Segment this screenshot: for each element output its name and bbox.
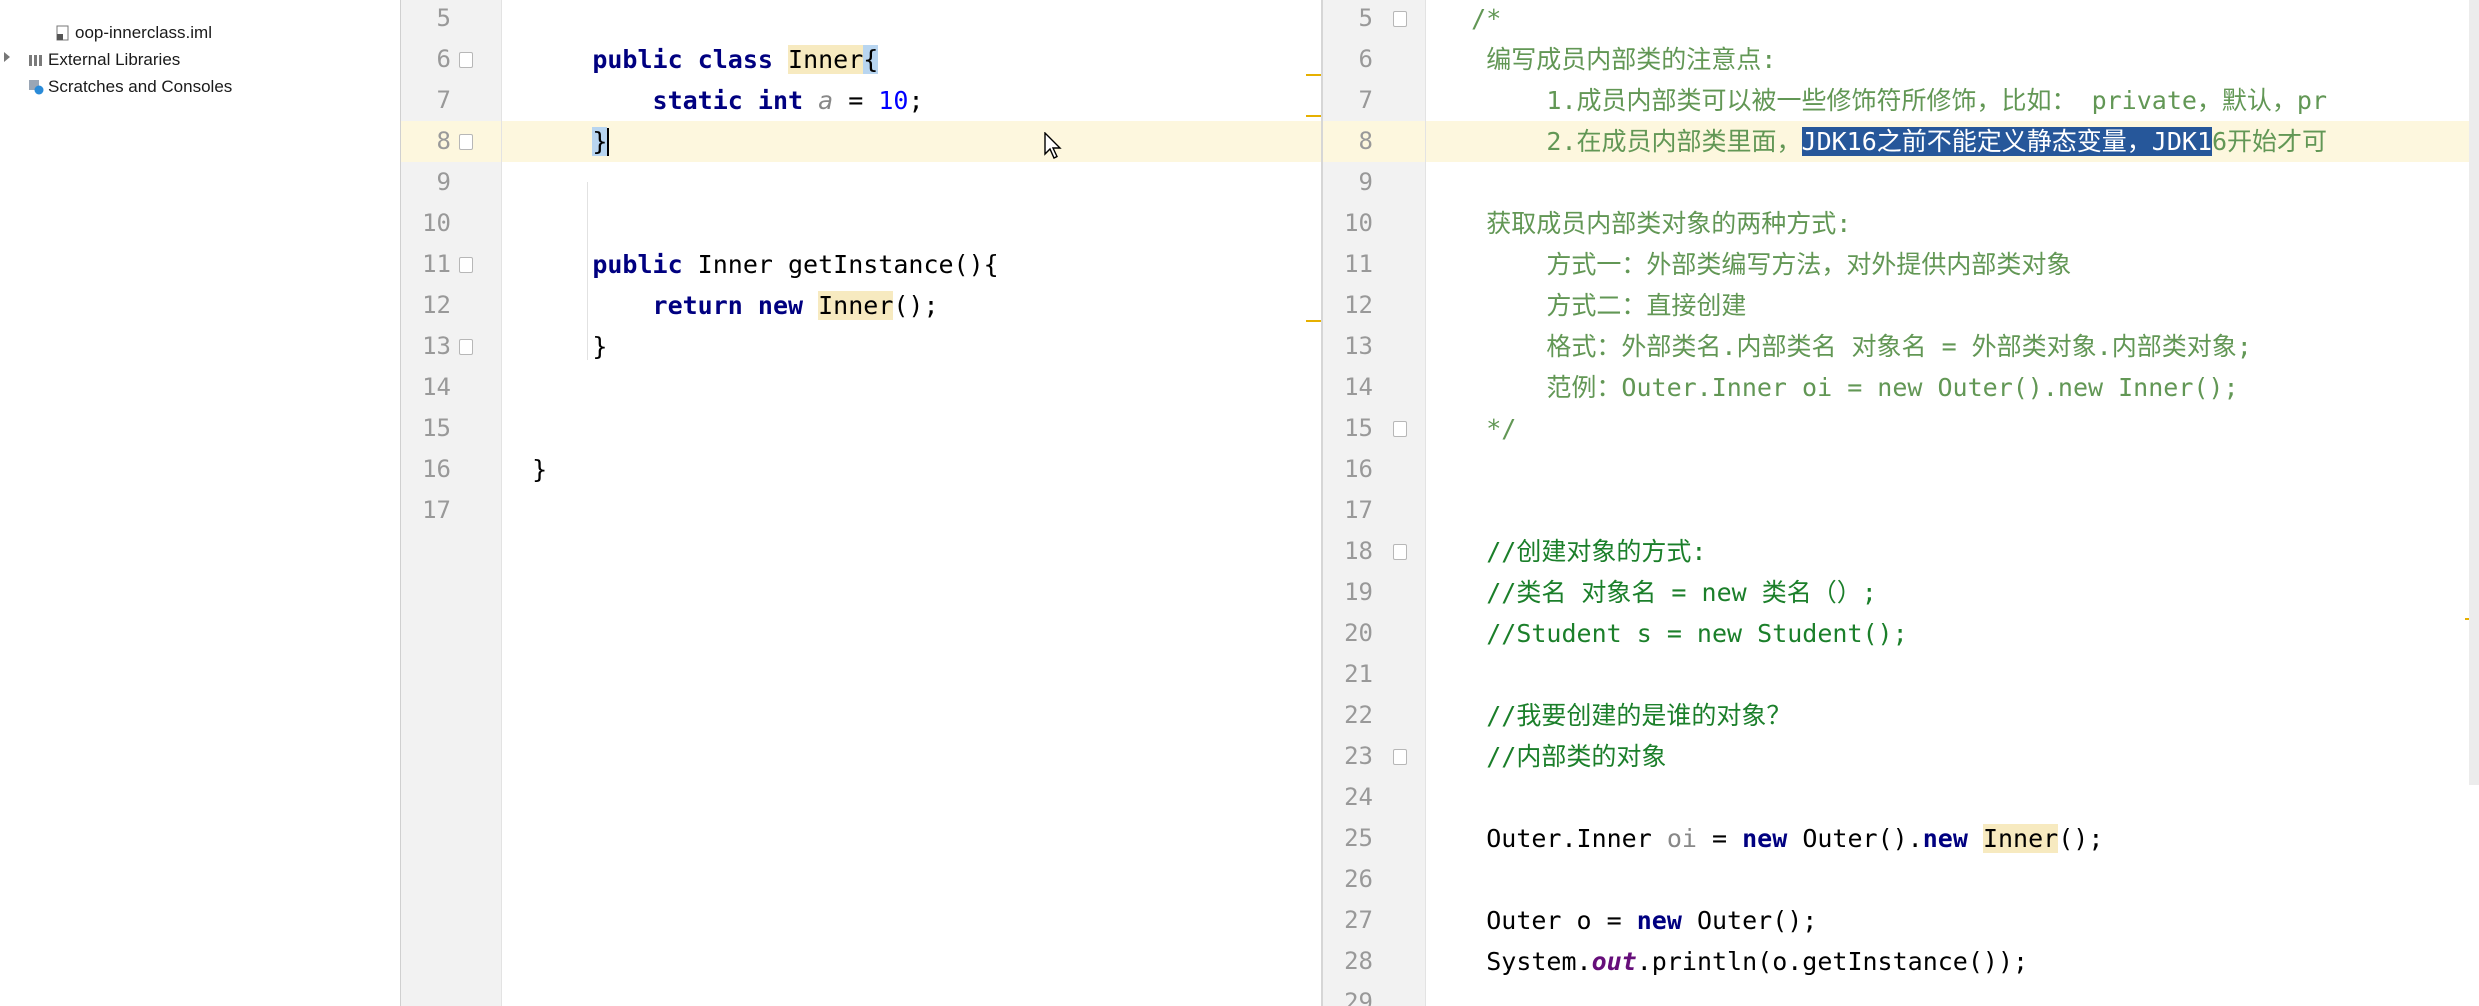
tree-item-external-libraries[interactable]: External Libraries xyxy=(0,47,180,73)
warning-marker[interactable] xyxy=(1306,74,1321,76)
line-number[interactable]: 6 xyxy=(401,39,451,80)
line-number[interactable]: 7 xyxy=(1323,80,1373,121)
line-number[interactable]: 8 xyxy=(1323,121,1373,162)
line-number[interactable]: 22 xyxy=(1323,695,1373,736)
code-line-14: 范例：Outer.Inner oi = new Outer().new Inne… xyxy=(1546,373,2239,402)
line-number[interactable]: 6 xyxy=(1323,39,1373,80)
tree-item-iml[interactable]: oop-innerclass.iml xyxy=(55,20,212,46)
right-gutter[interactable]: 5 6 7 8 9 10 11 12 13 14 15 16 17 18 19 20 21 22 23 24 25 26 2… xyxy=(1323,0,1426,1006)
code-line-16: } xyxy=(532,455,548,484)
scratches-icon xyxy=(28,77,44,95)
warning-marker[interactable] xyxy=(1306,320,1321,322)
fold-marker-icon[interactable] xyxy=(459,52,473,68)
code-line-6: 编写成员内部类的注意点: xyxy=(1486,45,1777,74)
code-line-12: 方式二：直接创建 xyxy=(1546,291,1747,320)
fold-marker-icon[interactable] xyxy=(459,339,473,355)
right-code-area[interactable]: /* 编写成员内部类的注意点: 1.成员内部类可以被一些修饰符所修饰，比如： p… xyxy=(1426,0,2479,1006)
line-number[interactable]: 29 xyxy=(1323,982,1373,1006)
code-line-11: 方式一：外部类编写方法，对外提供内部类对象 xyxy=(1546,250,2072,279)
line-number[interactable]: 10 xyxy=(1323,203,1373,244)
code-line-5: /* xyxy=(1471,4,1502,33)
line-number[interactable]: 13 xyxy=(1323,326,1373,367)
tree-item-label: Scratches and Consoles xyxy=(48,77,233,96)
code-line-15: */ xyxy=(1486,414,1517,443)
warning-marker[interactable] xyxy=(1306,115,1321,117)
left-gutter[interactable]: 5 6 7 8 9 10 11 12 13 14 15 16 17 xyxy=(401,0,502,1006)
line-number[interactable]: 25 xyxy=(1323,818,1373,859)
code-line-28: System.out.println(o.getInstance()); xyxy=(1486,947,2029,976)
code-line-27: Outer o = new Outer(); xyxy=(1486,906,1818,935)
line-number[interactable]: 14 xyxy=(401,367,451,408)
project-tool-window: oop-innerclass.iml External Libraries Sc… xyxy=(0,0,401,1006)
line-number[interactable]: 14 xyxy=(1323,367,1373,408)
code-line-7: static int a = 10; xyxy=(652,86,924,115)
line-number[interactable]: 5 xyxy=(401,0,451,39)
fold-marker-icon[interactable] xyxy=(459,257,473,273)
line-number[interactable]: 5 xyxy=(1323,0,1373,39)
line-number[interactable]: 15 xyxy=(401,408,451,449)
line-number[interactable]: 7 xyxy=(401,80,451,121)
library-icon xyxy=(28,50,44,66)
line-number[interactable]: 27 xyxy=(1323,900,1373,941)
left-editor[interactable]: 5 6 7 8 9 10 11 12 13 14 15 16 17 public class Inner… xyxy=(401,0,1321,1006)
line-number[interactable]: 10 xyxy=(401,203,451,244)
chevron-right-icon[interactable] xyxy=(4,52,10,62)
fold-marker-icon[interactable] xyxy=(1393,544,1407,560)
code-line-8: 2.在成员内部类里面，JDK16之前不能定义静态变量，JDK16开始才可 xyxy=(1546,127,2328,156)
line-number[interactable]: 15 xyxy=(1323,408,1373,449)
code-line-13: 格式：外部类名.内部类名 对象名 = 外部类对象.内部类对象; xyxy=(1546,332,2252,361)
line-number[interactable]: 21 xyxy=(1323,654,1373,695)
code-line-25: Outer.Inner oi = new Outer().new Inner()… xyxy=(1486,824,2104,853)
code-line-12: return new Inner(); xyxy=(652,291,939,320)
line-number[interactable]: 12 xyxy=(401,285,451,326)
code-line-6: public class Inner{ xyxy=(592,45,879,74)
line-number[interactable]: 28 xyxy=(1323,941,1373,982)
code-line-18: //创建对象的方式: xyxy=(1486,537,1707,566)
scrollbar-track[interactable] xyxy=(2469,0,2479,785)
line-number[interactable]: 11 xyxy=(1323,244,1373,285)
line-number[interactable]: 23 xyxy=(1323,736,1373,777)
text-caret xyxy=(607,128,610,156)
line-number[interactable]: 16 xyxy=(401,449,451,490)
line-number[interactable]: 12 xyxy=(1323,285,1373,326)
line-number[interactable]: 17 xyxy=(1323,490,1373,531)
fold-marker-icon[interactable] xyxy=(1393,11,1407,27)
line-number[interactable]: 18 xyxy=(1323,531,1373,572)
fold-marker-icon[interactable] xyxy=(459,134,473,150)
line-number[interactable]: 11 xyxy=(401,244,451,285)
code-line-10: 获取成员内部类对象的两种方式: xyxy=(1486,209,1852,238)
code-line-7: 1.成员内部类可以被一些修饰符所修饰，比如： private，默认，pr xyxy=(1546,86,2328,115)
code-line-20: //Student s = new Student(); xyxy=(1486,619,1908,648)
line-number[interactable]: 8 xyxy=(401,121,451,162)
text-selection: JDK16之前不能定义静态变量，JDK1 xyxy=(1801,127,2212,156)
line-number[interactable]: 17 xyxy=(401,490,451,531)
line-number[interactable]: 16 xyxy=(1323,449,1373,490)
code-line-8: } xyxy=(592,127,610,156)
code-line-19: //类名 对象名 = new 类名（）; xyxy=(1486,578,1877,607)
tree-item-label: External Libraries xyxy=(48,50,181,69)
right-editor[interactable]: 5 6 7 8 9 10 11 12 13 14 15 16 17 18 19 20 21 22 23 24 25 26 2… xyxy=(1323,0,2479,1006)
fold-marker-icon[interactable] xyxy=(1393,421,1407,437)
line-number[interactable]: 20 xyxy=(1323,613,1373,654)
line-number[interactable]: 9 xyxy=(401,162,451,203)
code-line-11: public Inner getInstance(){ xyxy=(592,250,999,279)
code-line-22: //我要创建的是谁的对象？ xyxy=(1486,701,1792,730)
tree-item-label: oop-innerclass.iml xyxy=(75,23,212,42)
iml-file-icon xyxy=(55,23,71,41)
code-line-13: } xyxy=(592,332,608,361)
line-number[interactable]: 26 xyxy=(1323,859,1373,900)
line-number[interactable]: 9 xyxy=(1323,162,1373,203)
left-code-area[interactable]: public class Inner{ static int a = 10; }… xyxy=(502,0,1321,1006)
line-number[interactable]: 19 xyxy=(1323,572,1373,613)
line-number[interactable]: 13 xyxy=(401,326,451,367)
code-line-23: //内部类的对象 xyxy=(1486,742,1667,771)
line-number[interactable]: 24 xyxy=(1323,777,1373,818)
fold-marker-icon[interactable] xyxy=(1393,749,1407,765)
tree-item-scratches[interactable]: Scratches and Consoles xyxy=(0,74,232,100)
